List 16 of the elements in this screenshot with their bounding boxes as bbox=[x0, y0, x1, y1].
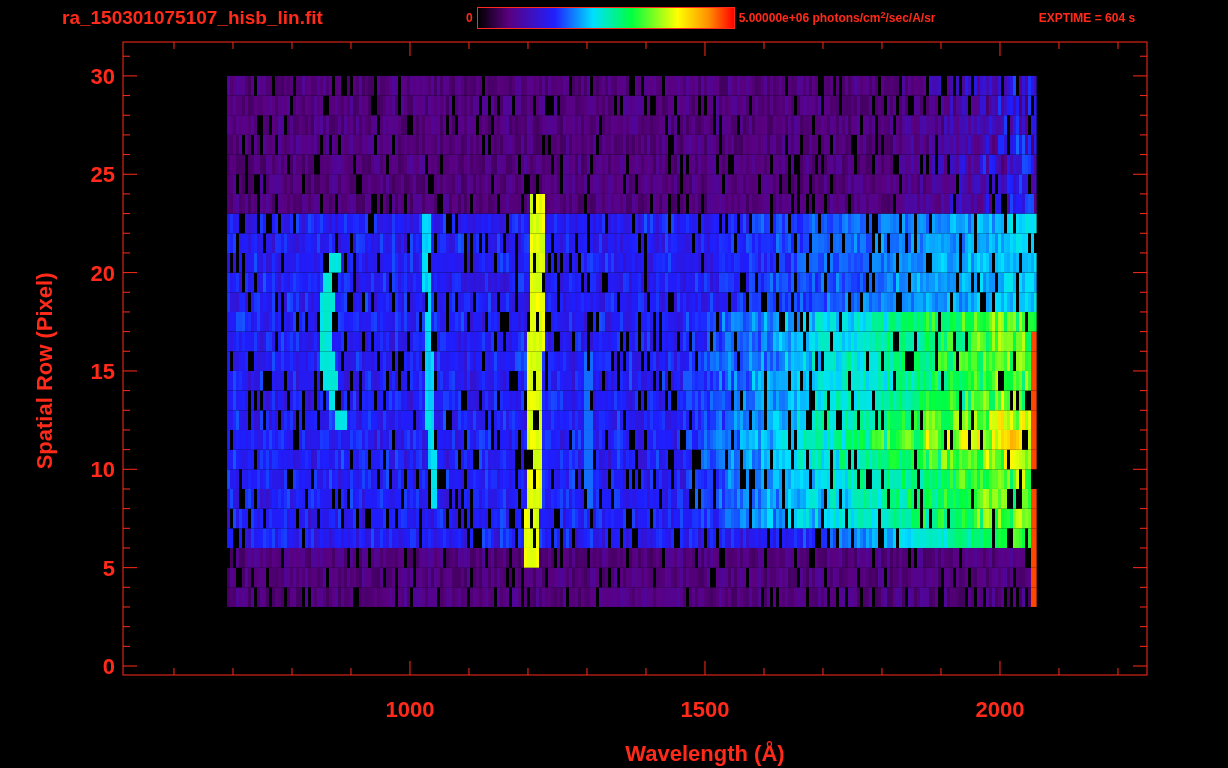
x-tick-label: 1000 bbox=[385, 697, 435, 722]
exposure-time: EXPTIME = 604 s bbox=[1038, 10, 1136, 27]
y-tick-label: 10 bbox=[90, 457, 115, 483]
y-tick-label: 0 bbox=[102, 654, 115, 679]
x-tick-label: 2000 bbox=[975, 697, 1025, 722]
y-tick-label: 25 bbox=[90, 162, 115, 188]
file-title: ra_150301075107_hisb_lin.fit bbox=[62, 5, 324, 30]
y-axis-label: Spatial Row (Pixel) bbox=[32, 272, 57, 470]
y-tick-label: 15 bbox=[90, 358, 115, 384]
colorbar-min-label: 0 bbox=[466, 10, 473, 27]
y-tick-label: 30 bbox=[90, 63, 115, 89]
x-axis-label: Wavelength (Å) bbox=[625, 741, 785, 766]
colorbar-max-label: 5.00000e+06 photons/cm$^{2}$/sec/A/sr bbox=[738, 9, 937, 27]
y-tick-label: 5 bbox=[102, 555, 115, 581]
y-tick-label: 20 bbox=[90, 260, 115, 286]
x-tick-label: 1500 bbox=[680, 697, 730, 722]
